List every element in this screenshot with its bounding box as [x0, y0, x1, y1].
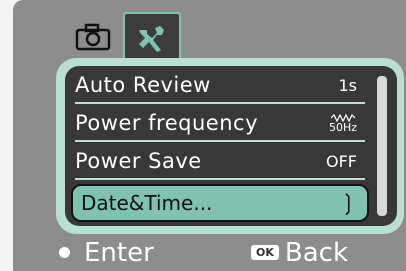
frequency-value: 50Hz	[328, 120, 357, 134]
menu-item-power-frequency[interactable]: Power frequency 50Hz	[75, 106, 365, 142]
menu-item-label: Power frequency	[75, 111, 258, 135]
setup-menu: Auto Review 1s Power frequency 50Hz Powe…	[65, 66, 397, 226]
tab-camera[interactable]	[65, 14, 121, 60]
menu-item-label: Power Save	[75, 149, 202, 173]
menu-item-power-save[interactable]: Power Save OFF	[75, 144, 365, 180]
menu-item-auto-review[interactable]: Auto Review 1s	[75, 68, 365, 104]
menu-item-date-time[interactable]: Date&Time... ❳	[71, 184, 369, 222]
menu-item-value: 50Hz	[328, 113, 357, 134]
ok-button-icon: OK	[251, 245, 279, 260]
menu-item-value: 1s	[338, 75, 357, 95]
hint-bar: Enter OK Back	[13, 234, 406, 271]
camera-screen: Auto Review 1s Power frequency 50Hz Powe…	[13, 0, 406, 271]
enter-hint[interactable]: Enter	[59, 234, 154, 271]
scrollbar[interactable]	[377, 76, 387, 216]
tab-setup[interactable]	[123, 12, 181, 64]
back-hint[interactable]: OK Back	[251, 234, 348, 271]
enter-label: Enter	[84, 237, 154, 268]
menu-item-label: Auto Review	[75, 73, 211, 97]
enter-button-icon	[59, 247, 70, 258]
chevron-right-icon: ❳	[338, 190, 357, 216]
menu-item-value: OFF	[326, 151, 357, 171]
back-label: Back	[284, 237, 348, 268]
setup-tools-icon	[139, 26, 164, 52]
camera-icon	[75, 23, 111, 51]
menu-item-label: Date&Time...	[81, 191, 213, 215]
